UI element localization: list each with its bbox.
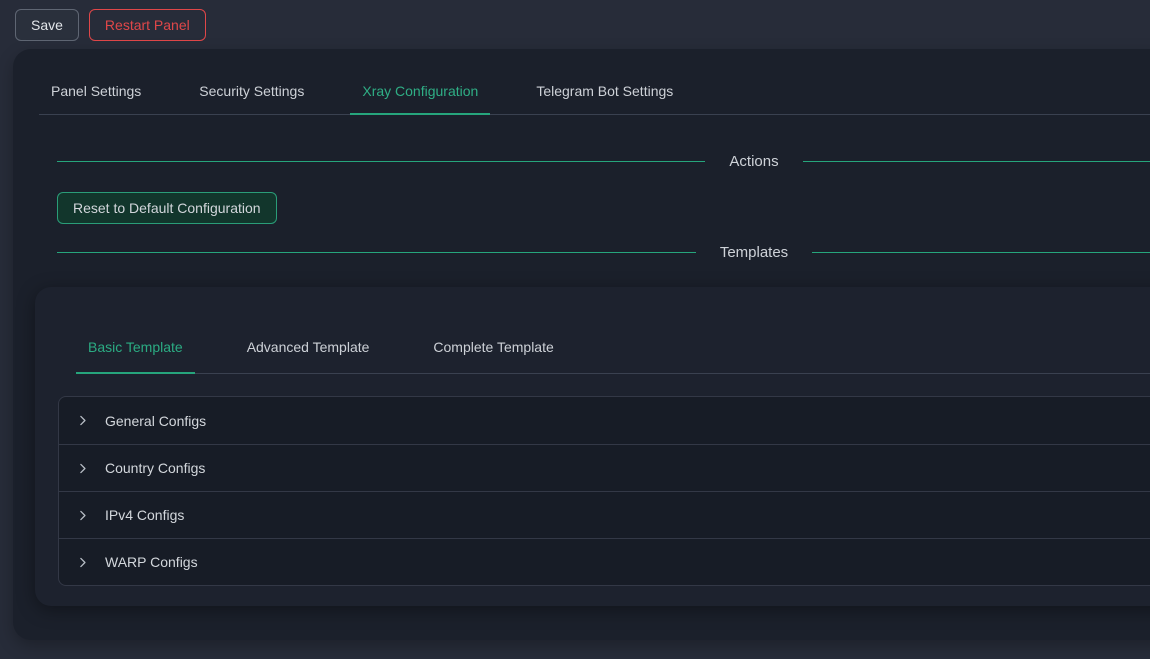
templates-divider: Templates (57, 244, 1150, 261)
template-tab-bar: Basic Template Advanced Template Complet… (76, 339, 1150, 374)
divider-line-right (803, 161, 1150, 162)
accordion-item-label: IPv4 Configs (105, 507, 184, 523)
configs-accordion: General Configs Country Configs IPv4 Con… (58, 396, 1150, 586)
tab-basic-template[interactable]: Basic Template (76, 339, 195, 374)
save-button[interactable]: Save (15, 9, 79, 41)
tab-advanced-template[interactable]: Advanced Template (235, 339, 382, 374)
templates-divider-label: Templates (696, 244, 812, 261)
divider-line-right (812, 252, 1150, 253)
actions-divider-label: Actions (705, 153, 802, 170)
tab-xray-configuration[interactable]: Xray Configuration (350, 49, 490, 115)
reset-default-configuration-button[interactable]: Reset to Default Configuration (57, 192, 277, 224)
chevron-right-icon (76, 509, 89, 522)
tab-panel-settings[interactable]: Panel Settings (39, 49, 153, 115)
templates-card: Basic Template Advanced Template Complet… (35, 287, 1150, 606)
divider-line-left (57, 161, 705, 162)
settings-card: Panel Settings Security Settings Xray Co… (13, 49, 1150, 640)
accordion-item-label: General Configs (105, 413, 206, 429)
top-action-bar: Save Restart Panel (0, 0, 1150, 49)
restart-panel-button[interactable]: Restart Panel (89, 9, 206, 41)
xray-configuration-panel: Actions Reset to Default Configuration T… (13, 153, 1150, 606)
chevron-right-icon (76, 462, 89, 475)
tab-security-settings[interactable]: Security Settings (187, 49, 316, 115)
accordion-item-country-configs[interactable]: Country Configs (59, 444, 1150, 491)
accordion-item-label: Country Configs (105, 460, 205, 476)
settings-tab-bar: Panel Settings Security Settings Xray Co… (39, 49, 1150, 115)
divider-line-left (57, 252, 696, 253)
tab-telegram-bot-settings[interactable]: Telegram Bot Settings (524, 49, 685, 115)
accordion-item-ipv4-configs[interactable]: IPv4 Configs (59, 491, 1150, 538)
accordion-item-general-configs[interactable]: General Configs (59, 397, 1150, 444)
chevron-right-icon (76, 556, 89, 569)
actions-divider: Actions (57, 153, 1150, 170)
chevron-right-icon (76, 414, 89, 427)
accordion-item-warp-configs[interactable]: WARP Configs (59, 538, 1150, 585)
accordion-item-label: WARP Configs (105, 554, 198, 570)
tab-complete-template[interactable]: Complete Template (421, 339, 565, 374)
